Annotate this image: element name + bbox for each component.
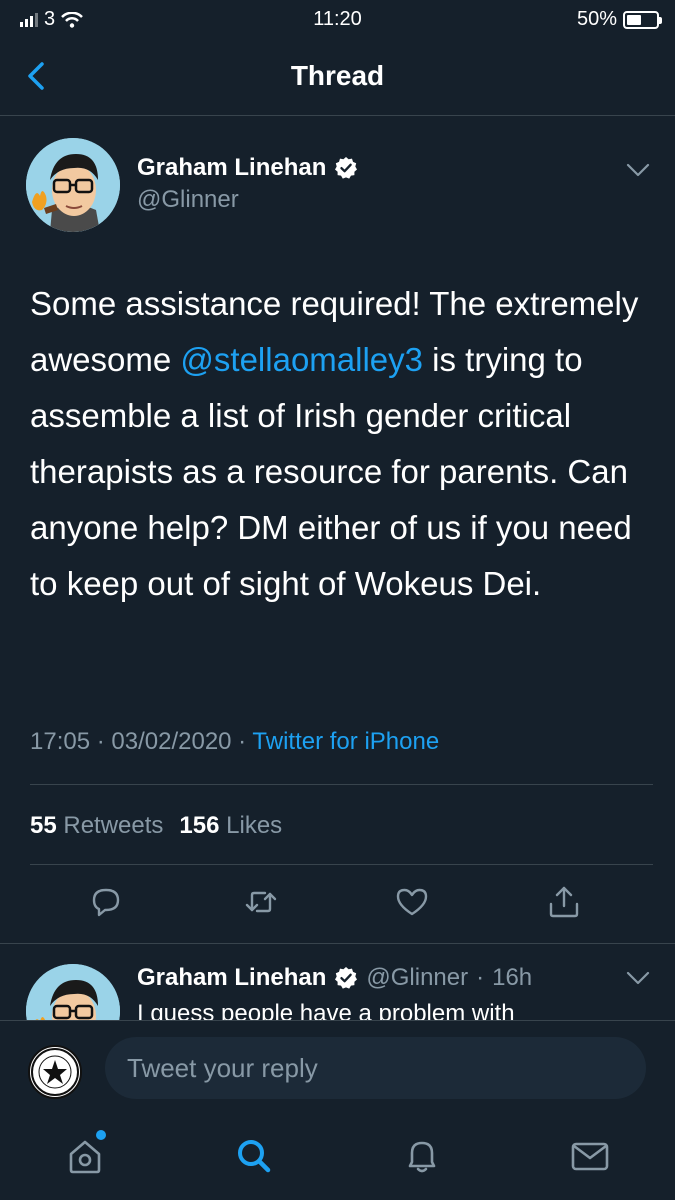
battery-info: 50%: [576, 8, 662, 31]
tweet-time: 17:05: [30, 728, 91, 755]
heart-icon: [396, 888, 428, 916]
verified-badge-icon: [335, 967, 358, 989]
navigation-bar: Thread: [0, 40, 675, 116]
bell-icon: [408, 1141, 436, 1173]
reply-input[interactable]: [105, 1037, 646, 1099]
reply-header: Graham Linehan @Glinner · 16h: [137, 964, 532, 992]
tab-home[interactable]: [63, 1134, 107, 1178]
reply-composer: [0, 1020, 675, 1116]
likes-label: Likes: [226, 812, 283, 839]
author-name[interactable]: Graham Linehan: [137, 154, 358, 182]
tweet-actions: [0, 884, 675, 924]
status-bar: 3 11:20 50%: [0, 0, 675, 40]
tweet-text-after: is trying to assemble a list of Irish ge…: [30, 341, 632, 602]
like-button[interactable]: [394, 884, 430, 920]
reply-author-handle[interactable]: @Glinner: [366, 964, 468, 992]
likes-stat[interactable]: 156 Likes: [179, 812, 282, 840]
tab-search[interactable]: [232, 1134, 276, 1178]
clock: 11:20: [313, 8, 362, 30]
battery-percent: 50%: [576, 8, 617, 30]
divider: [30, 784, 653, 785]
retweets-count: 55: [30, 812, 57, 839]
tab-messages[interactable]: [568, 1134, 612, 1178]
page-title: Thread: [290, 60, 385, 91]
search-icon: [238, 1140, 271, 1173]
share-icon: [549, 886, 579, 918]
tweet-meta: 17:05 · 03/02/2020 · Twitter for iPhone: [30, 728, 440, 755]
chevron-down-icon[interactable]: [625, 968, 651, 988]
user-avatar[interactable]: [28, 1045, 82, 1099]
tab-notifications[interactable]: [400, 1134, 444, 1178]
tweet-date: 03/02/2020: [111, 728, 232, 755]
retweets-label: Retweets: [63, 812, 164, 839]
author-name-text: Graham Linehan: [137, 154, 327, 181]
retweets-stat[interactable]: 55 Retweets: [30, 812, 163, 840]
reply-text: I guess people have a problem with: [137, 1000, 515, 1020]
tweet-stats: 55 Retweets 156 Likes: [30, 812, 282, 840]
notification-dot: [96, 1130, 106, 1140]
mail-icon: [571, 1142, 609, 1171]
reply-icon: [92, 888, 120, 917]
home-icon: [69, 1140, 101, 1174]
reply-button[interactable]: [88, 884, 124, 920]
battery-icon: [623, 10, 662, 29]
author-handle[interactable]: @Glinner: [137, 186, 239, 214]
chevron-down-icon[interactable]: [625, 160, 651, 180]
avatar[interactable]: [26, 964, 120, 1020]
verified-badge-icon: [335, 157, 358, 179]
tweet-text: Some assistance required! The extremely …: [30, 276, 660, 612]
mention-link[interactable]: @stellaomalley3: [180, 341, 423, 378]
tab-bar: [0, 1116, 675, 1200]
reply-age: 16h: [492, 964, 533, 991]
reply-tweet[interactable]: Graham Linehan @Glinner · 16h I guess peop…: [0, 944, 675, 1020]
divider: [30, 864, 653, 865]
reply-author-name[interactable]: Graham Linehan: [137, 964, 326, 992]
likes-count: 156: [179, 812, 220, 839]
tweet-source-link[interactable]: Twitter for iPhone: [252, 728, 439, 755]
share-button[interactable]: [546, 884, 582, 920]
separator-dot: ·: [476, 964, 485, 991]
avatar[interactable]: [26, 138, 120, 232]
retweet-button[interactable]: [243, 884, 279, 920]
retweet-icon: [245, 891, 277, 913]
